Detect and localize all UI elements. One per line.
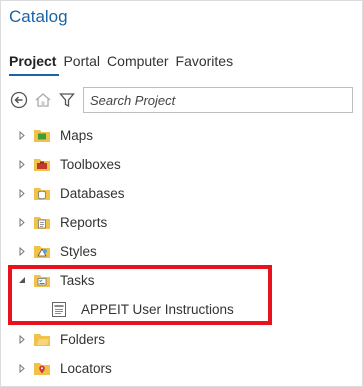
back-arrow-icon[interactable] bbox=[9, 90, 29, 110]
tree-item-label: Tasks bbox=[60, 272, 95, 288]
tree-item-appeit-user-instructions[interactable]: APPEIT User Instructions bbox=[1, 296, 234, 322]
tab-portal[interactable]: Portal bbox=[63, 53, 100, 69]
toolboxes-folder-icon bbox=[33, 156, 51, 172]
tree-item-maps[interactable]: Maps bbox=[1, 122, 93, 148]
tree-item-label: Maps bbox=[60, 127, 94, 143]
tree-item-databases[interactable]: Databases bbox=[1, 180, 125, 206]
expand-caret-icon[interactable] bbox=[17, 188, 27, 198]
tree-item-toolboxes[interactable]: Toolboxes bbox=[1, 151, 121, 177]
home-icon[interactable] bbox=[33, 90, 53, 110]
filter-icon[interactable] bbox=[57, 90, 77, 110]
tree-item-tasks[interactable]: Tasks bbox=[1, 267, 95, 293]
tab-favorites[interactable]: Favorites bbox=[176, 53, 234, 69]
tree-item-reports[interactable]: Reports bbox=[1, 209, 107, 235]
reports-folder-icon bbox=[33, 214, 51, 230]
expand-caret-icon[interactable] bbox=[17, 217, 27, 227]
expand-caret-icon[interactable] bbox=[17, 159, 27, 169]
pane-title: Catalog bbox=[9, 7, 68, 26]
tree-item-label: Databases bbox=[60, 185, 125, 201]
tree-item-label: Folders bbox=[60, 331, 106, 347]
tree-item-folders[interactable]: Folders bbox=[1, 326, 105, 352]
tree-item-styles[interactable]: Styles bbox=[1, 238, 97, 264]
task-document-icon bbox=[51, 301, 67, 318]
tree-item-label: Toolboxes bbox=[60, 156, 121, 172]
expand-caret-icon[interactable] bbox=[17, 334, 27, 344]
maps-folder-icon bbox=[33, 127, 51, 143]
databases-folder-icon bbox=[33, 185, 51, 201]
tree-item-label: Locators bbox=[60, 360, 112, 376]
tree-item-label: APPEIT User Instructions bbox=[81, 301, 234, 317]
expand-caret-icon[interactable] bbox=[17, 363, 27, 373]
tree-item-label: Styles bbox=[60, 243, 97, 259]
locators-folder-icon bbox=[33, 360, 51, 376]
tasks-folder-icon bbox=[33, 272, 51, 288]
search-box[interactable] bbox=[83, 87, 353, 113]
catalog-toolbar bbox=[9, 87, 353, 113]
expand-caret-icon[interactable] bbox=[17, 246, 27, 256]
tree-item-label: Reports bbox=[60, 214, 108, 230]
folders-folder-icon bbox=[33, 331, 51, 347]
collapse-caret-icon[interactable] bbox=[17, 275, 27, 285]
catalog-pane: Catalog Project Portal Computer Favorite… bbox=[0, 0, 363, 387]
styles-folder-icon bbox=[33, 243, 51, 259]
catalog-tabs: Project Portal Computer Favorites bbox=[9, 53, 233, 69]
active-tab-underline bbox=[9, 74, 59, 76]
expand-caret-icon[interactable] bbox=[17, 130, 27, 140]
tab-project[interactable]: Project bbox=[9, 53, 56, 69]
tree-item-locators[interactable]: Locators bbox=[1, 355, 112, 381]
tab-computer[interactable]: Computer bbox=[107, 53, 168, 69]
search-input[interactable] bbox=[90, 92, 352, 108]
